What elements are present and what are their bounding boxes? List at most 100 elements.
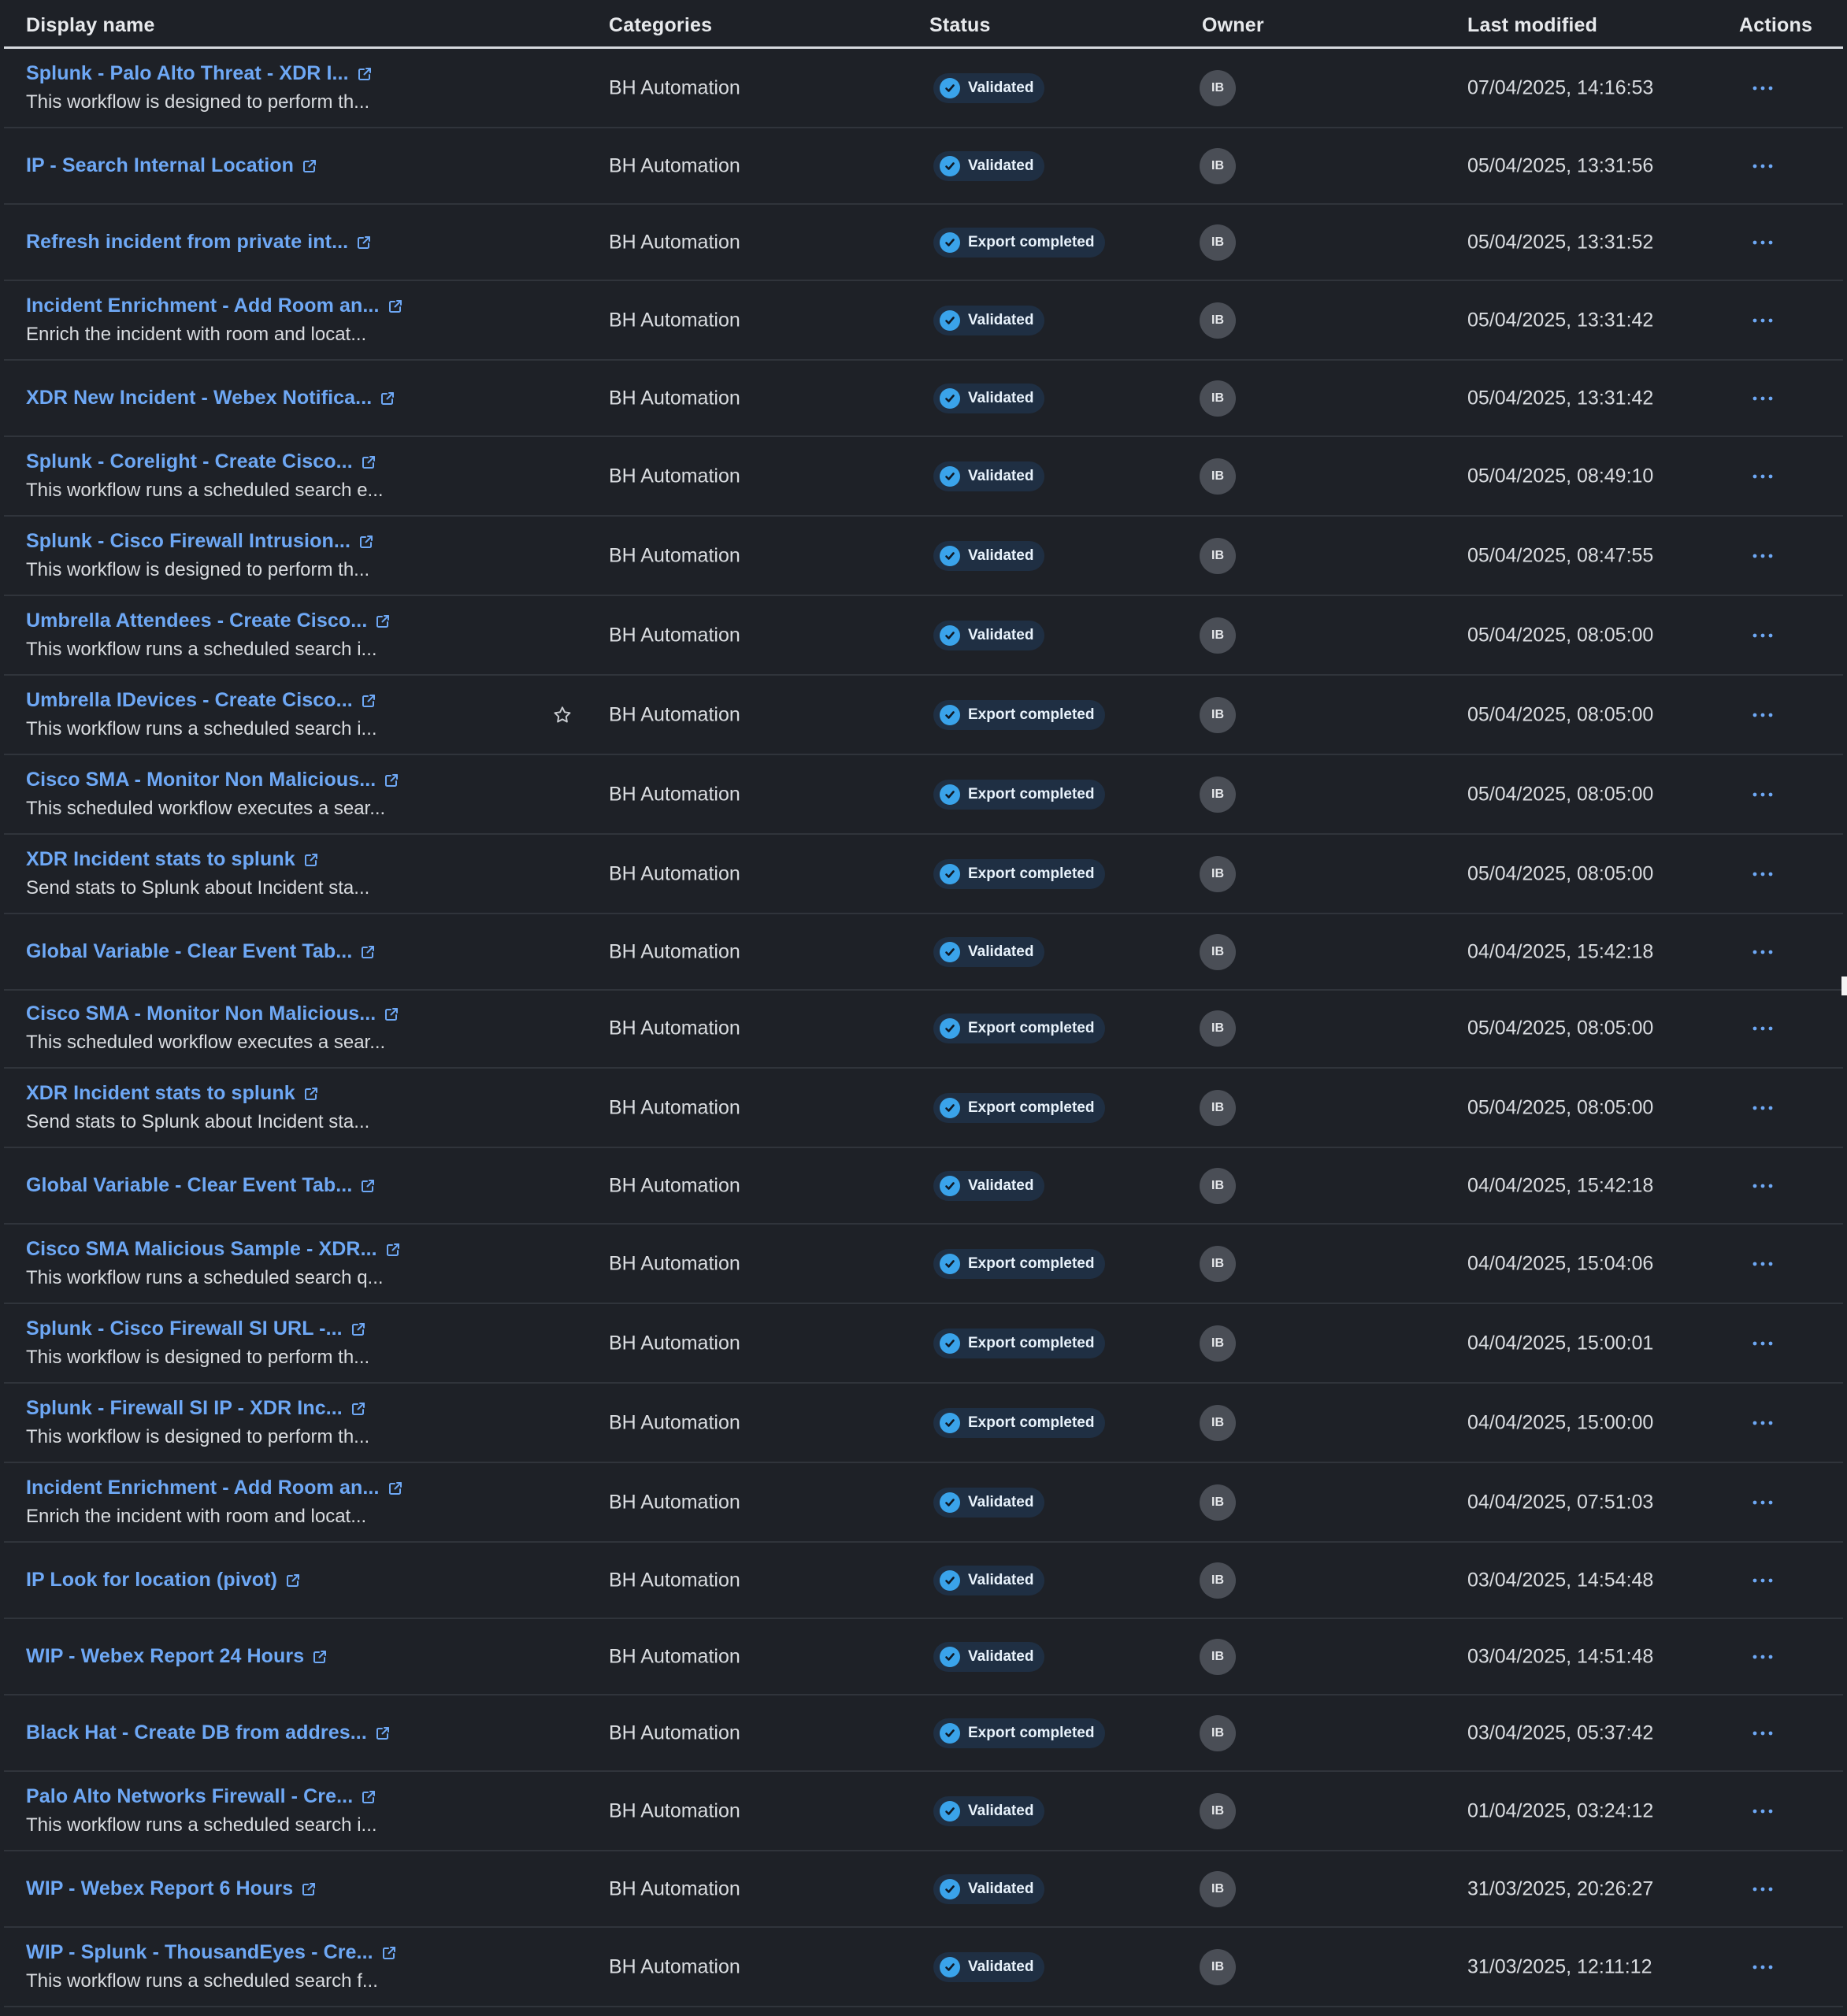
table-row[interactable]: Splunk - Palo Alto Threat - XDR I... Thi… <box>4 49 1843 128</box>
table-row[interactable]: IP Look for location (pivot) BH Automati… <box>4 1543 1843 1619</box>
workflow-title-link[interactable]: Cisco SMA - Monitor Non Malicious... <box>26 1002 376 1025</box>
workflow-title-link[interactable]: Cisco SMA Malicious Sample - XDR... <box>26 1238 377 1261</box>
workflow-title-link[interactable]: WIP - Webex Report 6 Hours <box>26 1877 293 1900</box>
table-row[interactable]: Cisco SMA - Monitor Non Malicious... Thi… <box>4 989 1843 1069</box>
external-link-icon[interactable] <box>303 852 319 868</box>
ellipsis-icon[interactable] <box>1749 1645 1777 1669</box>
workflow-title-link[interactable]: Global Variable - Clear Event Tab... <box>26 940 352 963</box>
ellipsis-icon[interactable] <box>1749 1955 1777 1979</box>
workflow-title-link[interactable]: Umbrella Attendees - Create Cisco... <box>26 610 367 632</box>
ellipsis-icon[interactable] <box>1749 544 1777 568</box>
ellipsis-icon[interactable] <box>1749 703 1777 727</box>
table-row[interactable]: Global Variable - Clear Event Tab... BH … <box>4 914 1843 991</box>
workflow-title-link[interactable]: Incident Enrichment - Add Room an... <box>26 295 380 317</box>
ellipsis-icon[interactable] <box>1749 940 1777 964</box>
external-link-icon[interactable] <box>285 1573 301 1588</box>
external-link-icon[interactable] <box>361 1789 376 1805</box>
ellipsis-icon[interactable] <box>1749 231 1777 254</box>
ellipsis-icon[interactable] <box>1749 76 1777 100</box>
ellipsis-icon[interactable] <box>1749 387 1777 410</box>
header-status[interactable]: Status <box>929 14 991 37</box>
table-row[interactable]: Refresh incident from private int... BH … <box>4 205 1843 281</box>
workflow-title-link[interactable]: Splunk - Firewall SI IP - XDR Inc... <box>26 1397 343 1420</box>
ellipsis-icon[interactable] <box>1749 1411 1777 1435</box>
table-row[interactable]: Splunk - Cisco Firewall Intrusion... Thi… <box>4 517 1843 596</box>
ellipsis-icon[interactable] <box>1749 624 1777 647</box>
table-row[interactable]: XDR New Incident - Webex Notifica... BH … <box>4 361 1843 437</box>
table-row[interactable]: XDR Incident stats to splunk Send stats … <box>4 1069 1843 1148</box>
workflow-title-link[interactable]: WIP - Webex Report 24 Hours <box>26 1645 304 1668</box>
external-link-icon[interactable] <box>375 613 391 629</box>
table-row[interactable]: Global Variable - Clear Event Tab... BH … <box>4 1148 1843 1225</box>
header-categories[interactable]: Categories <box>609 14 712 37</box>
table-row[interactable]: Umbrella IDevices - Create Cisco... This… <box>4 676 1843 755</box>
ellipsis-icon[interactable] <box>1749 1332 1777 1355</box>
workflow-title-link[interactable]: Splunk - Cisco Firewall Intrusion... <box>26 530 350 553</box>
external-link-icon[interactable] <box>361 693 376 709</box>
table-row[interactable]: WIP - Webex Report 6 Hours BH Automation… <box>4 1851 1843 1928</box>
external-link-icon[interactable] <box>301 1881 317 1897</box>
workflow-title-link[interactable]: Global Variable - Clear Event Tab... <box>26 1174 352 1197</box>
table-row[interactable]: Cisco SMA Malicious Sample - XDR... This… <box>4 1225 1843 1304</box>
table-row[interactable]: Incident Enrichment - Add Room an... Enr… <box>4 1463 1843 1543</box>
workflow-title-link[interactable]: Incident Enrichment - Add Room an... <box>26 1477 380 1499</box>
external-link-icon[interactable] <box>356 235 372 250</box>
table-row[interactable]: IP - Search Internal Location BH Automat… <box>4 128 1843 205</box>
ellipsis-icon[interactable] <box>1749 1721 1777 1745</box>
external-link-icon[interactable] <box>384 1006 399 1022</box>
workflow-title-link[interactable]: Splunk - Cisco Firewall SI URL -... <box>26 1317 343 1340</box>
workflow-title-link[interactable]: IP Look for location (pivot) <box>26 1569 277 1592</box>
external-link-icon[interactable] <box>350 1321 366 1337</box>
external-link-icon[interactable] <box>384 773 399 788</box>
table-row[interactable]: Splunk - Firewall SI IP - XDR Inc... Thi… <box>4 1384 1843 1463</box>
workflow-title-link[interactable]: Refresh incident from private int... <box>26 231 348 254</box>
table-row[interactable]: Incident Enrichment - Add Room an... Enr… <box>4 281 1843 361</box>
header-last-modified[interactable]: Last modified <box>1467 14 1597 37</box>
external-link-icon[interactable] <box>381 1945 397 1961</box>
star-icon[interactable] <box>552 705 573 725</box>
external-link-icon[interactable] <box>350 1401 366 1417</box>
workflow-title-link[interactable]: Splunk - Corelight - Create Cisco... <box>26 450 353 473</box>
table-row[interactable]: Splunk - Corelight - Create Cisco... Thi… <box>4 437 1843 517</box>
external-link-icon[interactable] <box>360 944 376 960</box>
ellipsis-icon[interactable] <box>1749 1096 1777 1120</box>
workflow-title-link[interactable]: XDR Incident stats to splunk <box>26 1082 295 1105</box>
external-link-icon[interactable] <box>375 1725 391 1741</box>
workflow-title-link[interactable]: Splunk - Palo Alto Threat - XDR I... <box>26 62 349 85</box>
table-row[interactable]: Umbrella Attendees - Create Cisco... Thi… <box>4 596 1843 676</box>
workflow-title-link[interactable]: Umbrella IDevices - Create Cisco... <box>26 689 353 712</box>
ellipsis-icon[interactable] <box>1749 1877 1777 1901</box>
workflow-title-link[interactable]: Palo Alto Networks Firewall - Cre... <box>26 1785 353 1808</box>
workflow-title-link[interactable]: XDR Incident stats to splunk <box>26 848 295 871</box>
ellipsis-icon[interactable] <box>1749 1017 1777 1040</box>
table-row[interactable]: Splunk - Cisco Firewall SI URL -... This… <box>4 1304 1843 1384</box>
table-row[interactable]: WIP - Webex Report 24 Hours BH Automatio… <box>4 1619 1843 1695</box>
workflow-title-link[interactable]: WIP - Splunk - ThousandEyes - Cre... <box>26 1941 373 1964</box>
workflow-title-link[interactable]: Cisco SMA - Monitor Non Malicious... <box>26 769 376 791</box>
ellipsis-icon[interactable] <box>1749 154 1777 178</box>
external-link-icon[interactable] <box>360 1178 376 1194</box>
header-display-name[interactable]: Display name <box>26 14 155 37</box>
table-row[interactable]: WIP - Splunk - ThousandEyes - Cre... Thi… <box>4 1928 1843 2007</box>
table-row[interactable]: XDR Incident stats to splunk Send stats … <box>4 835 1843 914</box>
external-link-icon[interactable] <box>361 454 376 470</box>
external-link-icon[interactable] <box>357 66 373 82</box>
external-link-icon[interactable] <box>380 391 395 406</box>
ellipsis-icon[interactable] <box>1749 1491 1777 1514</box>
workflow-title-link[interactable]: IP - Search Internal Location <box>26 154 294 177</box>
ellipsis-icon[interactable] <box>1749 783 1777 806</box>
table-row[interactable]: Cisco SMA - Monitor Non Malicious... Thi… <box>4 755 1843 835</box>
table-row[interactable]: Palo Alto Networks Firewall - Cre... Thi… <box>4 1772 1843 1851</box>
ellipsis-icon[interactable] <box>1749 1799 1777 1823</box>
workflow-title-link[interactable]: Black Hat - Create DB from addres... <box>26 1721 367 1744</box>
ellipsis-icon[interactable] <box>1749 465 1777 488</box>
external-link-icon[interactable] <box>385 1242 401 1258</box>
external-link-icon[interactable] <box>312 1649 328 1665</box>
ellipsis-icon[interactable] <box>1749 309 1777 332</box>
table-row[interactable]: Black Hat - Create DB from addres... BH … <box>4 1695 1843 1772</box>
ellipsis-icon[interactable] <box>1749 1174 1777 1198</box>
external-link-icon[interactable] <box>388 298 403 314</box>
external-link-icon[interactable] <box>358 534 374 550</box>
header-owner[interactable]: Owner <box>1202 14 1264 37</box>
ellipsis-icon[interactable] <box>1749 1252 1777 1276</box>
